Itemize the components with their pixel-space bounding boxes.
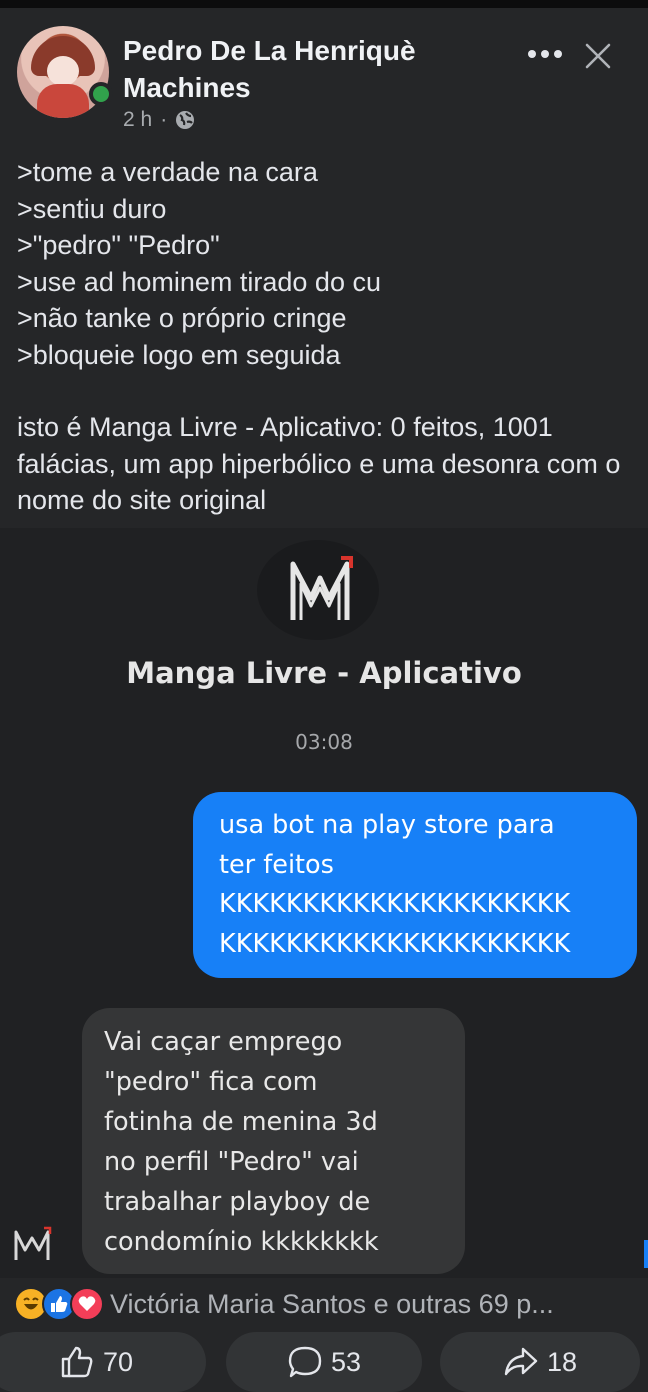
message-line: KKKKKKKKKKKKKKKKKKKKK (219, 889, 571, 919)
like-count: 70 (102, 1346, 134, 1377)
share-button[interactable]: 18 (440, 1332, 640, 1392)
share-icon (504, 1347, 538, 1376)
message-line: no perfil "Pedro" vai (104, 1147, 359, 1177)
message-line: Vai caçar emprego (104, 1027, 343, 1057)
chat-title: Manga Livre - Aplicativo (126, 656, 522, 690)
message-line: KKKKKKKKKKKKKKKKKKKKK (219, 928, 571, 959)
manga-livre-logo (257, 540, 379, 640)
globe-icon (176, 111, 195, 129)
reactions-row[interactable]: Victória Maria Santos e outras 69 p... (14, 1284, 554, 1324)
scroll-indicator (644, 1240, 648, 1268)
post-header: Pedro De La Henriquè Machines 2 h · (0, 22, 648, 132)
post-line: >não tanke o próprio cringe (17, 303, 347, 333)
received-message-bubble: Vai caçar emprego "pedro" fica com fotin… (82, 1008, 465, 1274)
post-line: >"pedro" "Pedro" (17, 230, 220, 260)
message-line: "pedro" fica com (104, 1067, 318, 1097)
more-options-icon[interactable] (526, 42, 564, 66)
post-line: >sentiu duro (17, 193, 167, 224)
post-line: >tome a verdade na cara (17, 157, 318, 187)
post-line: >bloqueie logo em seguida (17, 339, 341, 370)
love-icon (70, 1287, 104, 1321)
comment-button[interactable]: 53 (226, 1332, 422, 1392)
meta-separator: · (160, 108, 168, 131)
top-divider (0, 0, 648, 8)
post-text: >tome a verdade na cara >sentiu duro >"p… (17, 154, 632, 519)
close-icon[interactable] (584, 42, 612, 70)
post-paragraph: isto é Manga Livre - Aplicativo: 0 feito… (17, 412, 621, 515)
comment-icon (288, 1346, 322, 1378)
author-name[interactable]: Pedro De La Henriquè Machines (123, 32, 443, 106)
message-line: trabalhar playboy de (104, 1187, 371, 1217)
online-status-icon (89, 82, 113, 106)
sent-message-bubble: usa bot na play store para ter feitos KK… (193, 792, 637, 978)
post-line: >use ad hominem tirado do cu (17, 266, 381, 297)
like-button[interactable]: 70 (0, 1332, 206, 1392)
share-count: 18 (546, 1346, 578, 1377)
post-time[interactable]: 2 h (123, 108, 152, 132)
message-line: usa bot na play store para (219, 810, 555, 840)
comment-count: 53 (330, 1346, 362, 1377)
manga-livre-logo-icon (290, 556, 353, 620)
message-line: ter feitos (219, 849, 334, 880)
message-line: fotinha de menina 3d (104, 1107, 378, 1137)
post-meta: 2 h · (123, 108, 195, 132)
attached-screenshot[interactable]: Manga Livre - Aplicativo 03:08 usa bot n… (0, 528, 648, 1278)
reactions-summary[interactable]: Victória Maria Santos e outras 69 p... (110, 1289, 554, 1320)
sender-avatar-icon (14, 1226, 52, 1260)
thumbs-up-icon (61, 1346, 93, 1378)
chat-timestamp: 03:08 (295, 730, 353, 754)
message-line: condomínio kkkkkkkk (104, 1227, 379, 1257)
